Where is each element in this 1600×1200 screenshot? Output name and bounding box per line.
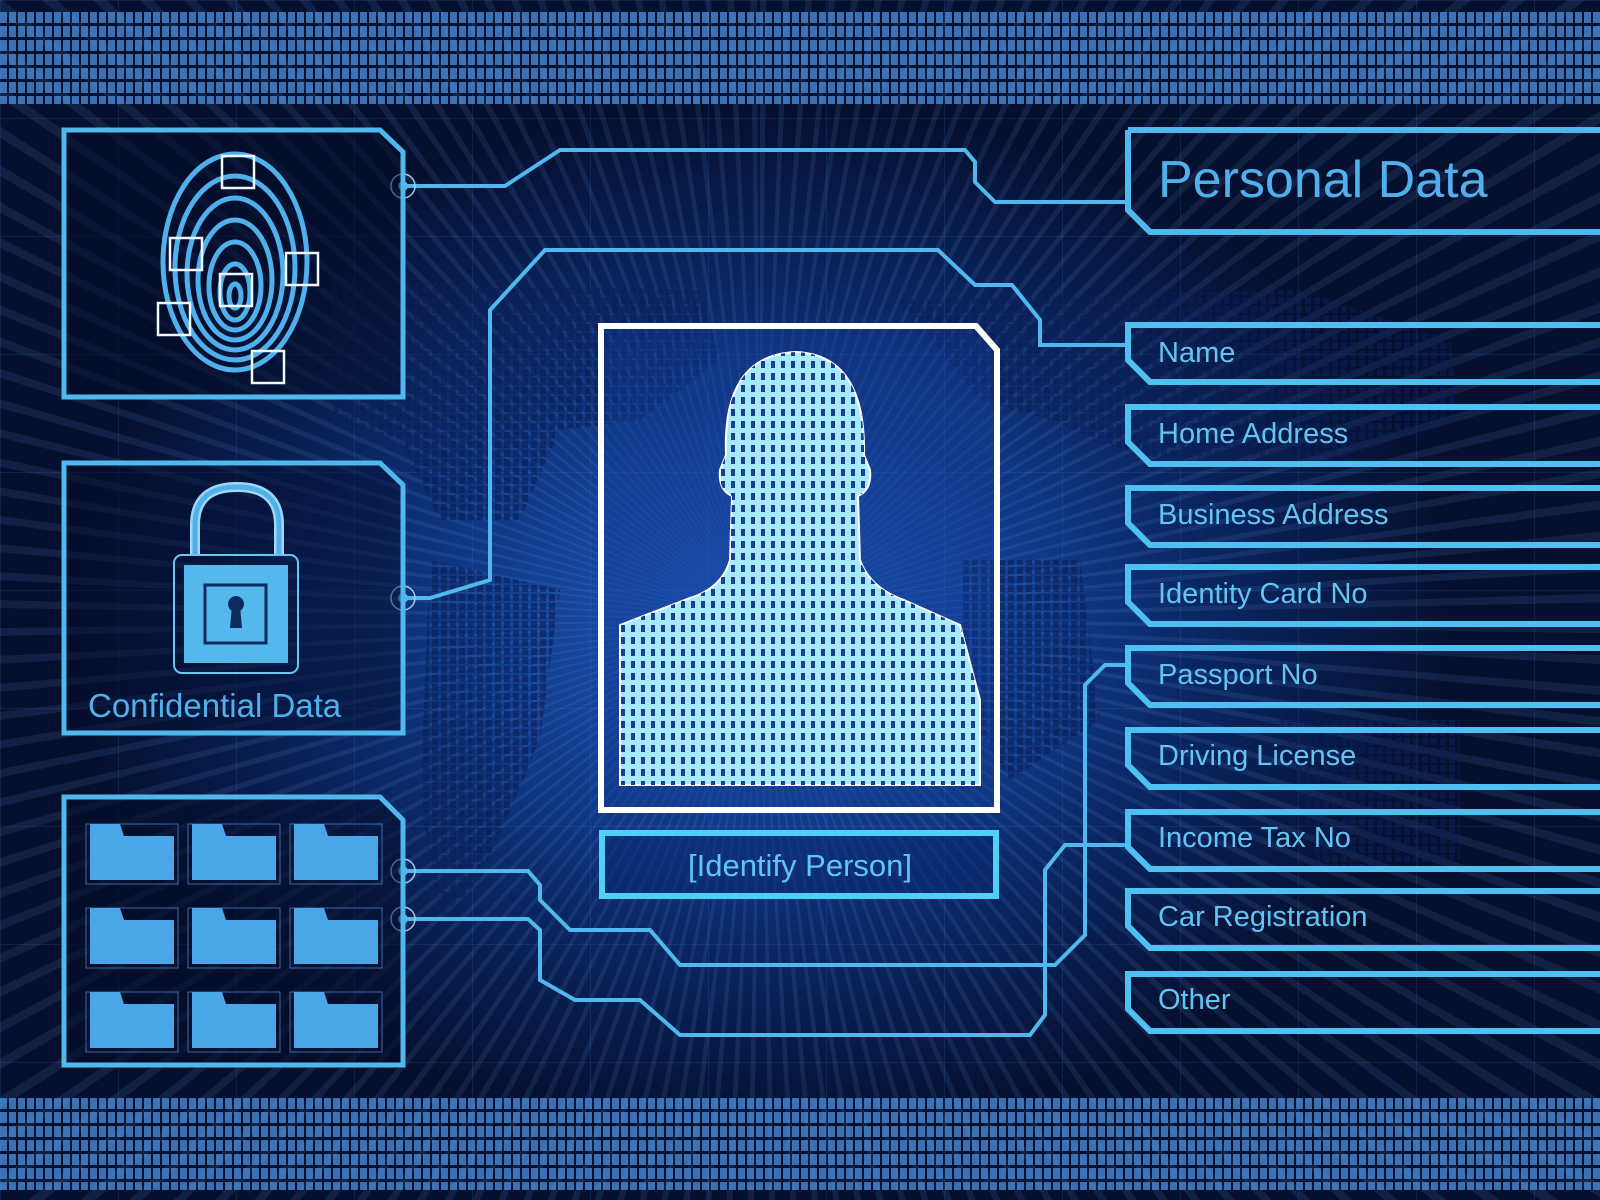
identify-person-button[interactable]: [Identify Person] bbox=[600, 848, 1000, 884]
confidential-data-label: Confidential Data bbox=[88, 687, 342, 724]
field-other[interactable]: Other bbox=[1158, 984, 1231, 1017]
portrait-frame[interactable] bbox=[598, 323, 1000, 813]
field-home-address[interactable]: Home Address bbox=[1158, 418, 1348, 451]
field-business-address[interactable]: Business Address bbox=[1158, 499, 1389, 532]
field-identity-card-no[interactable]: Identity Card No bbox=[1158, 578, 1368, 611]
field-income-tax-no[interactable]: Income Tax No bbox=[1158, 822, 1351, 855]
fingerprint-panel[interactable] bbox=[61, 127, 406, 400]
field-car-registration[interactable]: Car Registration bbox=[1158, 901, 1368, 934]
field-passport-no[interactable]: Passport No bbox=[1158, 659, 1318, 692]
field-driving-license[interactable]: Driving License bbox=[1158, 740, 1356, 773]
folder-grid bbox=[85, 823, 383, 1053]
field-name[interactable]: Name bbox=[1158, 337, 1235, 370]
personal-data-title: Personal Data bbox=[1158, 151, 1488, 209]
folders-panel[interactable] bbox=[61, 794, 406, 1068]
